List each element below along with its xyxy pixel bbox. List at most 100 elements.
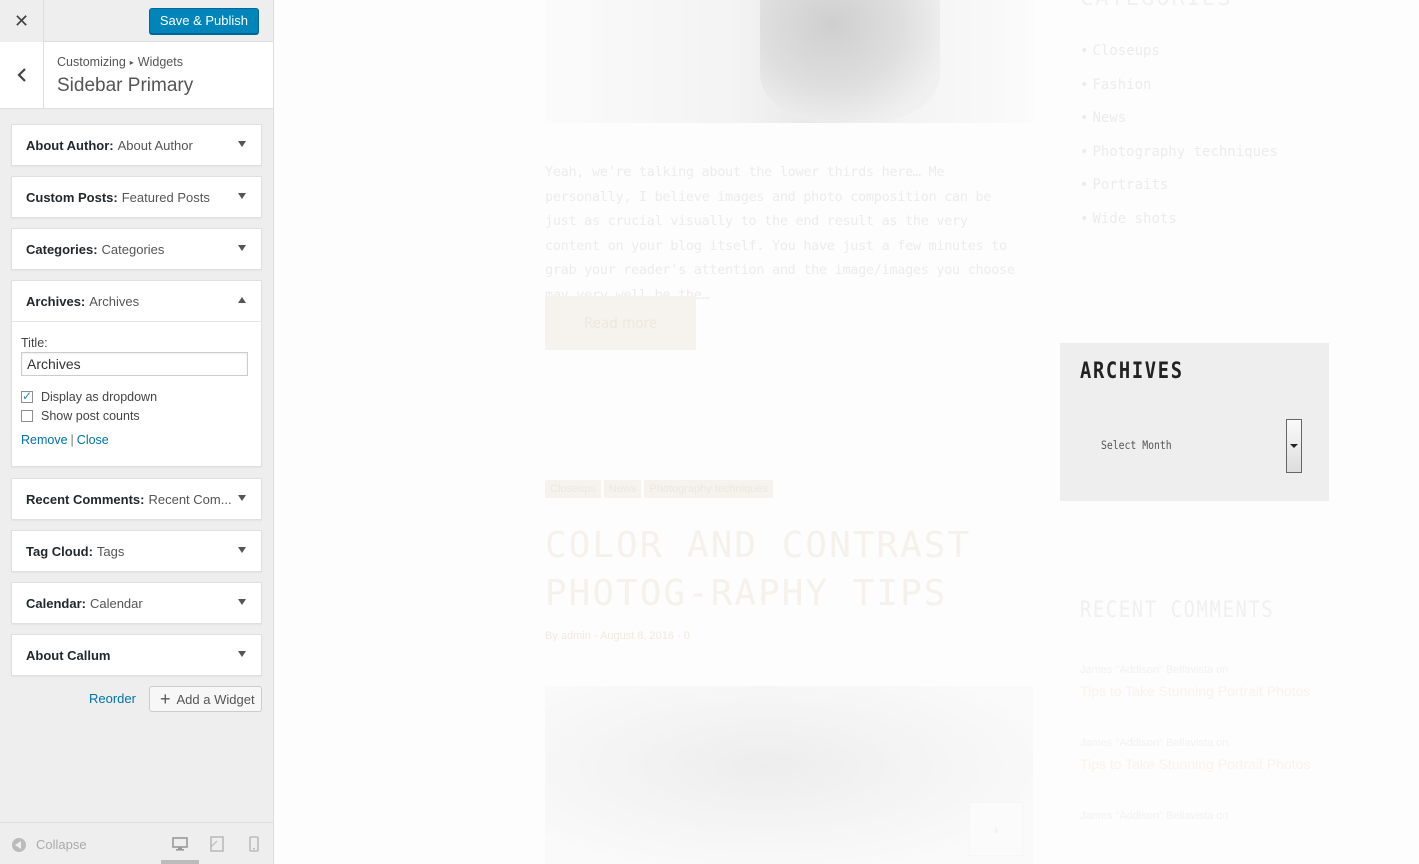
save-publish-button[interactable]: Save & Publish: [148, 8, 259, 34]
widget-header[interactable]: About Author: About Author: [12, 125, 261, 165]
post-image: ›: [545, 686, 1033, 864]
mobile-preview-icon[interactable]: [245, 835, 263, 853]
tag-news[interactable]: News: [603, 480, 642, 498]
expand-arrow-icon[interactable]: [238, 651, 246, 657]
show-counts-label: Show post counts: [41, 409, 140, 423]
add-widget-label: Add a Widget: [176, 691, 255, 707]
widget-header[interactable]: Archives: Archives: [12, 281, 261, 321]
list-item[interactable]: Portraits: [1080, 177, 1278, 211]
comment-item: James "Addison" Bellavista on: [1080, 810, 1228, 822]
collapse-label: Collapse: [36, 837, 87, 852]
display-dropdown-checkbox[interactable]: [21, 389, 33, 403]
widget-archives: Archives:Archives Title: Display as drop…: [11, 280, 262, 467]
widget-header[interactable]: Custom Posts: Featured Posts: [12, 177, 261, 217]
comment-author: James "Addison" Bellavista on: [1080, 810, 1229, 822]
post-tags: Closeups News Photography techniques: [545, 480, 774, 498]
widget-custom-posts: Custom Posts: Featured Posts: [11, 176, 262, 218]
widget-name: About Callum: [26, 647, 111, 663]
categories-heading: CATEGORIES: [1080, 0, 1232, 11]
comment-author: James "Addison" Bellavista on: [1080, 664, 1229, 676]
post-excerpt: Yeah, we're talking about the lower thir…: [545, 164, 1015, 303]
list-item[interactable]: Photography techniques: [1080, 144, 1277, 178]
widget-about-callum: About Callum: [11, 634, 262, 676]
widget-header[interactable]: About Callum: [12, 635, 261, 675]
close-icon[interactable]: ✕: [0, 0, 44, 42]
list-item[interactable]: Wide shots: [1080, 211, 1278, 245]
widget-recent-comments: Recent Comments: Recent Com...: [11, 478, 262, 520]
breadcrumb-separator: ▸: [129, 58, 134, 67]
widget-name: Recent Comments:: [26, 491, 145, 507]
widget-header[interactable]: Calendar: Calendar: [12, 583, 261, 623]
display-dropdown-label: Display as dropdown: [41, 390, 158, 404]
collapse-arrow-icon: [12, 837, 26, 852]
widget-categories: Categories: Categories: [11, 228, 262, 270]
tag-closeups[interactable]: Closeups: [545, 480, 601, 498]
widget-header[interactable]: Recent Comments: Recent Com...: [12, 479, 261, 519]
dropdown-option: Display as dropdown: [21, 389, 252, 404]
add-widget-button[interactable]: + Add a Widget: [149, 686, 262, 712]
comment-author: James "Addison" Bellavista on: [1080, 737, 1229, 749]
expand-arrow-icon[interactable]: [238, 141, 246, 147]
widget-name: About Author:: [26, 137, 114, 153]
archives-widget-preview: ARCHIVES Select Month: [1060, 343, 1329, 501]
widget-instance-title: About Author: [117, 137, 193, 153]
list-item[interactable]: Fashion: [1080, 77, 1278, 111]
read-more-button[interactable]: Read more: [545, 296, 696, 350]
comment-post-link[interactable]: Tips to Take Stunning Portrait Photos: [1080, 683, 1310, 699]
recent-comments-heading: RECENT COMMENTS: [1080, 598, 1275, 623]
archives-heading: ARCHIVES: [1080, 359, 1184, 384]
section-header: Customizing ▸ Widgets Sidebar Primary: [0, 42, 273, 109]
dropdown-arrow-icon[interactable]: [1286, 419, 1302, 473]
list-item[interactable]: News: [1080, 110, 1278, 144]
separator: |: [70, 433, 74, 447]
widget-name: Custom Posts:: [26, 189, 118, 205]
post-title[interactable]: COLOR AND CONTRAST PHOTOG-RAPHY TIPS: [545, 522, 1025, 618]
title-label: Title:: [21, 336, 48, 350]
expand-arrow-icon[interactable]: [238, 547, 246, 553]
widget-instance-title: Archives: [89, 293, 140, 309]
desktop-preview-icon[interactable]: [171, 835, 189, 853]
collapse-button[interactable]: Collapse: [12, 837, 87, 852]
plus-icon: +: [160, 689, 171, 709]
archives-select[interactable]: Select Month: [1101, 438, 1172, 452]
widget-name: Calendar:: [26, 595, 86, 611]
widget-instance-title: Featured Posts: [121, 189, 210, 205]
page-title: Sidebar Primary: [57, 75, 194, 96]
widget-instance-title: Calendar: [89, 595, 143, 611]
reorder-link[interactable]: Reorder: [89, 691, 136, 706]
show-counts-checkbox[interactable]: [21, 410, 33, 422]
counts-option: Show post counts: [21, 409, 252, 423]
remove-link[interactable]: Remove: [21, 433, 68, 447]
collapse-arrow-icon[interactable]: [238, 297, 246, 303]
expand-arrow-icon[interactable]: [238, 599, 246, 605]
tag-photography-techniques[interactable]: Photography techniques: [644, 480, 774, 498]
widget-tag-cloud: Tag Cloud: Tags: [11, 530, 262, 572]
list-item[interactable]: Closeups: [1080, 43, 1278, 77]
expand-arrow-icon[interactable]: [238, 245, 246, 251]
widget-about-author: About Author: About Author: [11, 124, 262, 166]
customizer-header: ✕ Save & Publish: [0, 0, 273, 42]
widget-instance-title: Tags: [96, 543, 125, 559]
widget-instance-title: Categories: [101, 241, 165, 257]
widget-instance-title: Recent Com...: [148, 491, 232, 507]
close-link[interactable]: Close: [77, 433, 109, 447]
back-arrow-icon[interactable]: [0, 42, 44, 108]
title-input[interactable]: [21, 352, 248, 376]
widget-calendar: Calendar: Calendar: [11, 582, 262, 624]
tablet-preview-icon[interactable]: [208, 835, 226, 853]
breadcrumb-widgets: Widgets: [137, 55, 183, 69]
active-device-indicator: [161, 860, 199, 864]
customizer-footer: Collapse: [0, 822, 273, 864]
widget-header[interactable]: Tag Cloud: Tags: [12, 531, 261, 571]
comment-post-link[interactable]: Tips to Take Stunning Portrait Photos: [1080, 756, 1310, 772]
widget-actions: Remove | Close: [21, 433, 252, 447]
widget-name: Archives:: [26, 293, 86, 309]
expand-arrow-icon[interactable]: [238, 193, 246, 199]
widget-form: Title: Display as dropdown Show post cou…: [12, 321, 261, 459]
customizer-panel: ✕ Save & Publish Customizing ▸ Widgets Sid…: [0, 0, 274, 864]
breadcrumb-customizing: Customizing: [57, 55, 126, 69]
expand-arrow-icon[interactable]: [238, 495, 246, 501]
comment-item: James "Addison" Bellavista on Tips to Ta…: [1080, 737, 1310, 772]
widget-header[interactable]: Categories: Categories: [12, 229, 261, 269]
next-arrow-icon[interactable]: ›: [969, 802, 1023, 856]
